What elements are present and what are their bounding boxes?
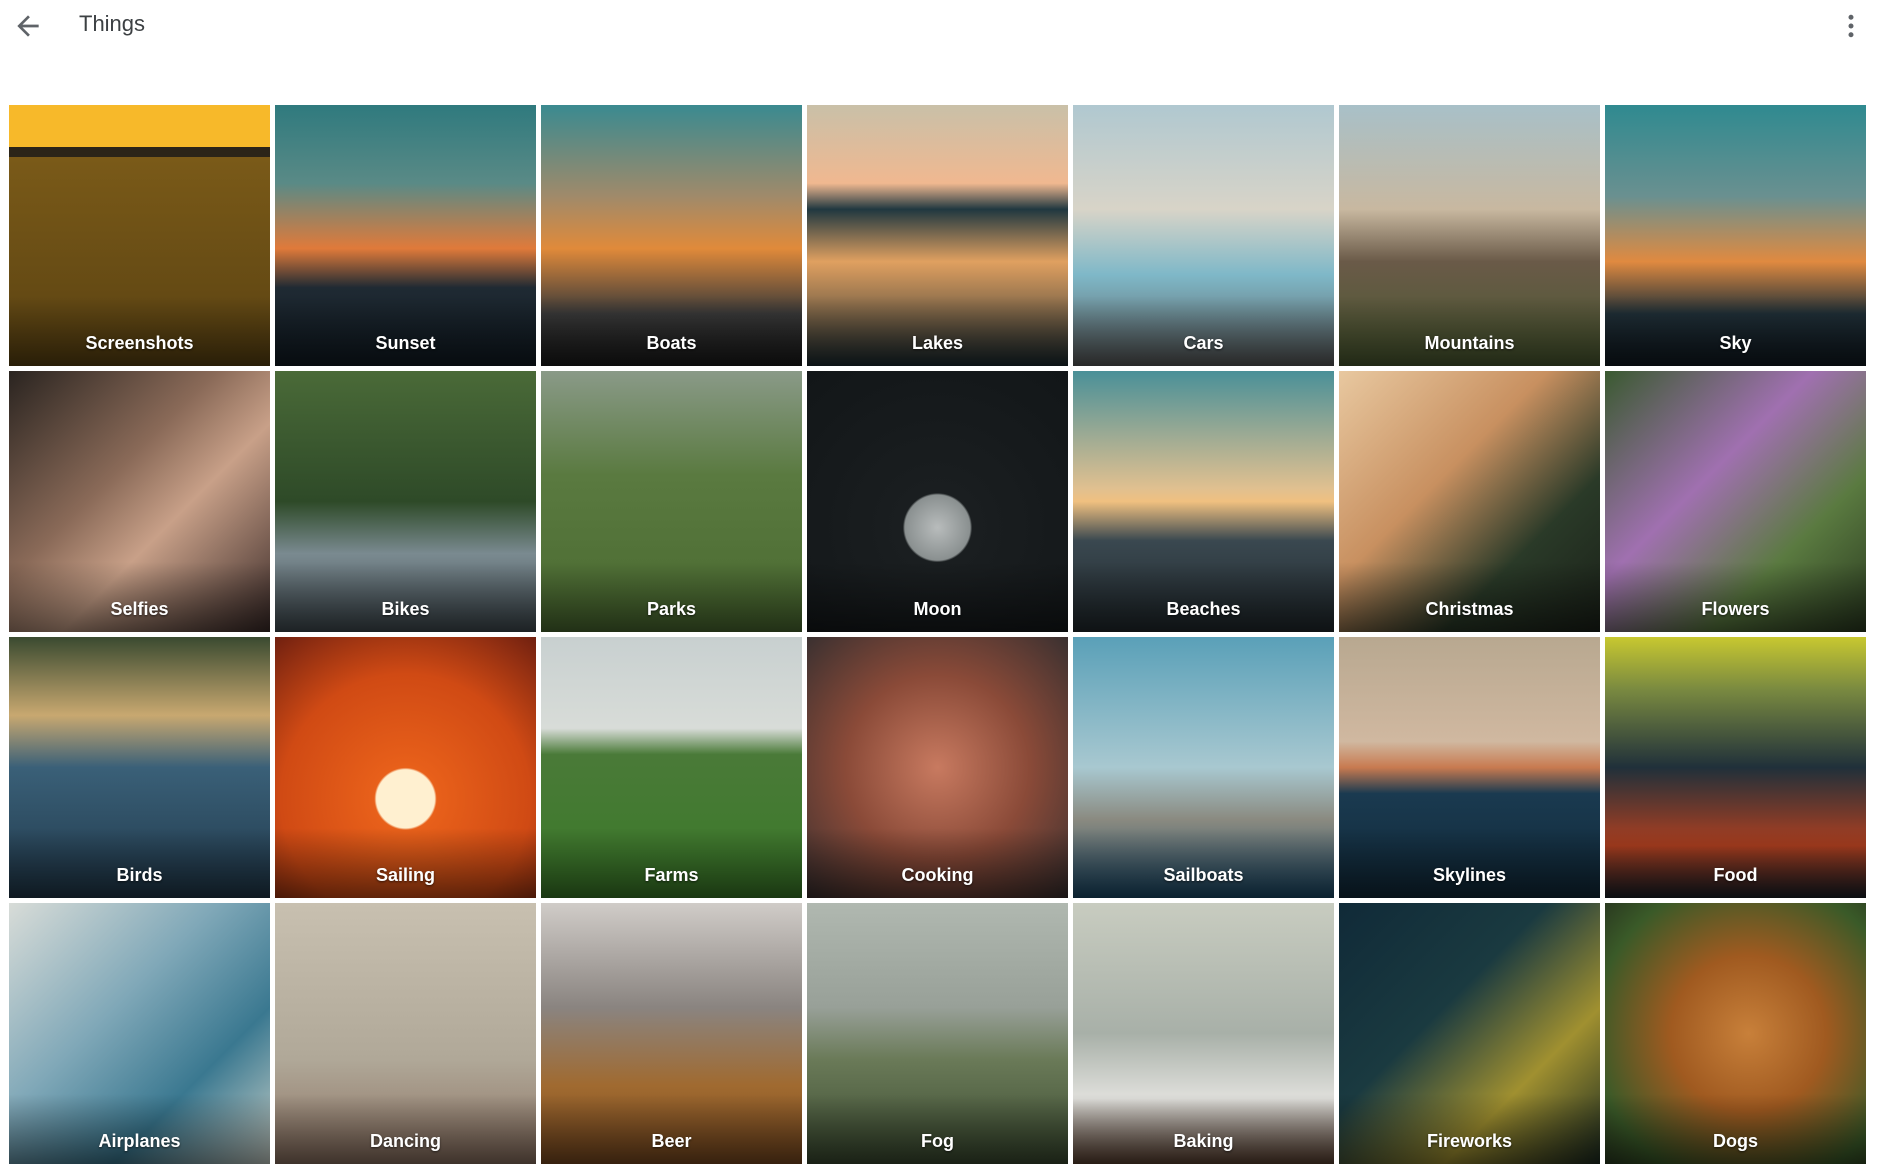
category-tile-airplanes[interactable]: Airplanes [9,903,270,1164]
category-tile-flowers[interactable]: Flowers [1605,371,1866,632]
category-tile-food[interactable]: Food [1605,637,1866,898]
label-shade [275,296,536,366]
category-tile-beer[interactable]: Beer [541,903,802,1164]
category-tile-screenshots[interactable]: Screenshots [9,105,270,366]
tile-label: Sailing [375,865,435,885]
tile-label: Beaches [1166,599,1241,619]
back-button[interactable] [12,10,44,42]
label-shade [807,1094,1068,1164]
category-tile-dancing[interactable]: Dancing [275,903,536,1164]
category-tile-lakes[interactable]: Lakes [807,105,1068,366]
category-tile-mountains[interactable]: Mountains [1339,105,1600,366]
label-shade [1339,1094,1600,1164]
category-tile-sailing[interactable]: Sailing [275,637,536,898]
label-shade [1605,1094,1866,1164]
label-shade [1073,828,1334,898]
tile-label: Beer [651,1131,692,1151]
label-shade [1605,828,1866,898]
label-shade [1073,1094,1334,1164]
category-tile-fog[interactable]: Fog [807,903,1068,1164]
label-shade [1605,296,1866,366]
category-tile-moon[interactable]: Moon [807,371,1068,632]
category-tile-boats[interactable]: Boats [541,105,802,366]
category-tile-beaches[interactable]: Beaches [1073,371,1334,632]
label-shade [541,296,802,366]
tile-label: Skylines [1432,865,1507,885]
label-shade [807,296,1068,366]
tile-label: Boats [646,333,697,353]
label-shade [1339,562,1600,632]
top-bar: Things [0,0,1877,56]
more-options-button[interactable] [1836,10,1866,42]
category-tile-selfies[interactable]: Selfies [9,371,270,632]
label-shade [9,828,270,898]
tile-label: Birds [116,865,163,885]
tile-label: Dancing [369,1131,441,1151]
tile-label: Screenshots [85,333,194,353]
label-shade [275,1094,536,1164]
tile-label: Sky [1719,333,1752,353]
label-shade [9,1094,270,1164]
tile-label: Flowers [1701,599,1770,619]
tile-label: Farms [644,865,699,885]
category-tile-cars[interactable]: Cars [1073,105,1334,366]
tile-label: Sailboats [1163,865,1244,885]
label-shade [807,828,1068,898]
category-tile-sailboats[interactable]: Sailboats [1073,637,1334,898]
tile-label: Baking [1173,1131,1234,1151]
label-shade [807,562,1068,632]
category-tile-sky[interactable]: Sky [1605,105,1866,366]
label-shade [1073,562,1334,632]
category-tile-skylines[interactable]: Skylines [1339,637,1600,898]
tile-label: Dogs [1713,1131,1758,1151]
tile-label: Fireworks [1426,1131,1513,1151]
tile-label: Sunset [375,333,436,353]
label-shade [9,562,270,632]
label-shade [541,562,802,632]
category-tile-baking[interactable]: Baking [1073,903,1334,1164]
category-tile-fireworks[interactable]: Fireworks [1339,903,1600,1164]
more-vert-icon [1848,14,1854,38]
category-tile-sunset[interactable]: Sunset [275,105,536,366]
tile-label: Fog [921,1131,954,1151]
label-shade [275,828,536,898]
label-shade [1339,296,1600,366]
tile-label: Selfies [110,599,169,619]
tile-label: Food [1713,865,1758,885]
things-grid: Screenshots Sunset Boats Lakes Cars Mountains… [9,105,1866,1164]
tile-label: Mountains [1424,333,1515,353]
label-shade [1605,562,1866,632]
tile-label: Bikes [381,599,430,619]
tile-label: Parks [646,599,697,619]
category-tile-parks[interactable]: Parks [541,371,802,632]
label-shade [541,1094,802,1164]
label-shade [9,296,270,366]
label-shade [541,828,802,898]
tile-label: Cooking [901,865,974,885]
tile-label: Lakes [911,333,964,353]
category-tile-dogs[interactable]: Dogs [1605,903,1866,1164]
label-shade [1073,296,1334,366]
tile-label: Christmas [1425,599,1514,619]
tile-label: Airplanes [98,1131,181,1151]
label-shade [1339,828,1600,898]
category-tile-christmas[interactable]: Christmas [1339,371,1600,632]
arrow-back-icon [17,15,39,37]
page-title: Things [79,11,146,36]
tile-label: Cars [1183,333,1224,353]
category-tile-farms[interactable]: Farms [541,637,802,898]
label-shade [275,562,536,632]
category-tile-birds[interactable]: Birds [9,637,270,898]
category-tile-cooking[interactable]: Cooking [807,637,1068,898]
tile-label: Moon [913,599,962,619]
category-tile-bikes[interactable]: Bikes [275,371,536,632]
